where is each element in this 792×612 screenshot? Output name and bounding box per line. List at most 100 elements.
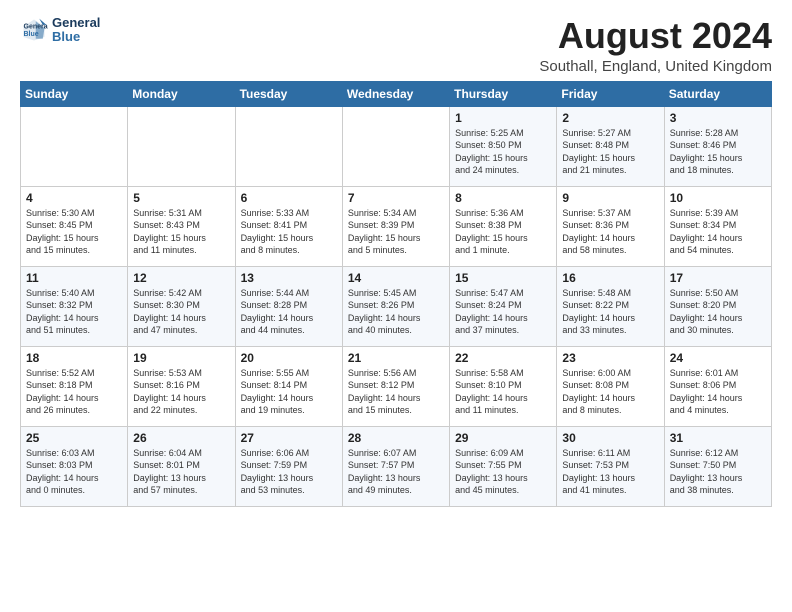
- day-detail: Sunrise: 5:50 AM Sunset: 8:20 PM Dayligh…: [670, 287, 766, 337]
- day-number: 1: [455, 111, 551, 125]
- day-detail: Sunrise: 5:40 AM Sunset: 8:32 PM Dayligh…: [26, 287, 122, 337]
- header-saturday: Saturday: [664, 81, 771, 106]
- page: General Blue General Blue August 2024 So…: [0, 0, 792, 612]
- day-number: 27: [241, 431, 337, 445]
- header-monday: Monday: [128, 81, 235, 106]
- day-cell: 6 Sunrise: 5:33 AM Sunset: 8:41 PM Daylig…: [235, 186, 342, 266]
- day-detail: Sunrise: 5:33 AM Sunset: 8:41 PM Dayligh…: [241, 207, 337, 257]
- header-friday: Friday: [557, 81, 664, 106]
- day-number: 25: [26, 431, 122, 445]
- day-number: 8: [455, 191, 551, 205]
- day-detail: Sunrise: 5:56 AM Sunset: 8:12 PM Dayligh…: [348, 367, 444, 417]
- calendar-title: August 2024: [539, 16, 772, 56]
- day-number: 17: [670, 271, 766, 285]
- day-number: 22: [455, 351, 551, 365]
- day-number: 21: [348, 351, 444, 365]
- day-detail: Sunrise: 5:55 AM Sunset: 8:14 PM Dayligh…: [241, 367, 337, 417]
- day-number: 3: [670, 111, 766, 125]
- day-number: 15: [455, 271, 551, 285]
- header-thursday: Thursday: [450, 81, 557, 106]
- day-cell: [342, 106, 449, 186]
- week-row-4: 18 Sunrise: 5:52 AM Sunset: 8:18 PM Dayli…: [21, 346, 772, 426]
- day-number: 19: [133, 351, 229, 365]
- day-cell: 29Sunrise: 6:09 AM Sunset: 7:55 PM Dayli…: [450, 426, 557, 506]
- header-sunday: Sunday: [21, 81, 128, 106]
- day-number: 7: [348, 191, 444, 205]
- day-detail: Sunrise: 6:03 AM Sunset: 8:03 PM Dayligh…: [26, 447, 122, 497]
- day-detail: Sunrise: 6:01 AM Sunset: 8:06 PM Dayligh…: [670, 367, 766, 417]
- day-detail: Sunrise: 5:58 AM Sunset: 8:10 PM Dayligh…: [455, 367, 551, 417]
- day-cell: 30 Sunrise: 6:11 AM Sunset: 7:53 PM Dayli…: [557, 426, 664, 506]
- week-row-3: 11Sunrise: 5:40 AM Sunset: 8:32 PM Dayli…: [21, 266, 772, 346]
- svg-text:Blue: Blue: [24, 31, 39, 38]
- day-cell: 22 Sunrise: 5:58 AM Sunset: 8:10 PM Dayli…: [450, 346, 557, 426]
- day-detail: Sunrise: 5:34 AM Sunset: 8:39 PM Dayligh…: [348, 207, 444, 257]
- day-number: 18: [26, 351, 122, 365]
- day-cell: [235, 106, 342, 186]
- day-number: 26: [133, 431, 229, 445]
- day-cell: 21 Sunrise: 5:56 AM Sunset: 8:12 PM Dayli…: [342, 346, 449, 426]
- day-detail: Sunrise: 5:53 AM Sunset: 8:16 PM Dayligh…: [133, 367, 229, 417]
- day-number: 5: [133, 191, 229, 205]
- day-cell: 24Sunrise: 6:01 AM Sunset: 8:06 PM Dayli…: [664, 346, 771, 426]
- day-number: 14: [348, 271, 444, 285]
- day-detail: Sunrise: 5:52 AM Sunset: 8:18 PM Dayligh…: [26, 367, 122, 417]
- calendar-subtitle: Southall, England, United Kingdom: [539, 58, 772, 75]
- day-number: 2: [562, 111, 658, 125]
- day-cell: 27 Sunrise: 6:06 AM Sunset: 7:59 PM Dayli…: [235, 426, 342, 506]
- day-cell: 3Sunrise: 5:28 AM Sunset: 8:46 PM Daylig…: [664, 106, 771, 186]
- day-detail: Sunrise: 5:37 AM Sunset: 8:36 PM Dayligh…: [562, 207, 658, 257]
- day-detail: Sunrise: 6:00 AM Sunset: 8:08 PM Dayligh…: [562, 367, 658, 417]
- week-row-2: 4 Sunrise: 5:30 AM Sunset: 8:45 PM Daylig…: [21, 186, 772, 266]
- day-detail: Sunrise: 5:30 AM Sunset: 8:45 PM Dayligh…: [26, 207, 122, 257]
- day-cell: 14 Sunrise: 5:45 AM Sunset: 8:26 PM Dayli…: [342, 266, 449, 346]
- day-cell: 31 Sunrise: 6:12 AM Sunset: 7:50 PM Dayli…: [664, 426, 771, 506]
- day-cell: 11Sunrise: 5:40 AM Sunset: 8:32 PM Dayli…: [21, 266, 128, 346]
- day-cell: 13Sunrise: 5:44 AM Sunset: 8:28 PM Dayli…: [235, 266, 342, 346]
- day-cell: 4 Sunrise: 5:30 AM Sunset: 8:45 PM Daylig…: [21, 186, 128, 266]
- day-detail: Sunrise: 5:45 AM Sunset: 8:26 PM Dayligh…: [348, 287, 444, 337]
- day-cell: 5 Sunrise: 5:31 AM Sunset: 8:43 PM Daylig…: [128, 186, 235, 266]
- calendar-header-row: Sunday Monday Tuesday Wednesday Thursday…: [21, 81, 772, 106]
- calendar-table: Sunday Monday Tuesday Wednesday Thursday…: [20, 81, 772, 507]
- day-number: 6: [241, 191, 337, 205]
- day-number: 28: [348, 431, 444, 445]
- week-row-1: 1 Sunrise: 5:25 AM Sunset: 8:50 PM Daylig…: [21, 106, 772, 186]
- header: General Blue General Blue August 2024 So…: [20, 16, 772, 75]
- day-cell: 8 Sunrise: 5:36 AM Sunset: 8:38 PM Daylig…: [450, 186, 557, 266]
- day-number: 23: [562, 351, 658, 365]
- day-number: 31: [670, 431, 766, 445]
- week-row-5: 25 Sunrise: 6:03 AM Sunset: 8:03 PM Dayli…: [21, 426, 772, 506]
- header-tuesday: Tuesday: [235, 81, 342, 106]
- day-cell: 1 Sunrise: 5:25 AM Sunset: 8:50 PM Daylig…: [450, 106, 557, 186]
- day-detail: Sunrise: 5:25 AM Sunset: 8:50 PM Dayligh…: [455, 127, 551, 177]
- day-number: 4: [26, 191, 122, 205]
- day-detail: Sunrise: 6:06 AM Sunset: 7:59 PM Dayligh…: [241, 447, 337, 497]
- day-cell: 17 Sunrise: 5:50 AM Sunset: 8:20 PM Dayli…: [664, 266, 771, 346]
- logo-text-blue: Blue: [52, 30, 100, 44]
- header-wednesday: Wednesday: [342, 81, 449, 106]
- day-number: 12: [133, 271, 229, 285]
- day-detail: Sunrise: 5:47 AM Sunset: 8:24 PM Dayligh…: [455, 287, 551, 337]
- day-number: 30: [562, 431, 658, 445]
- title-block: August 2024 Southall, England, United Ki…: [539, 16, 772, 75]
- day-detail: Sunrise: 5:31 AM Sunset: 8:43 PM Dayligh…: [133, 207, 229, 257]
- day-cell: 23 Sunrise: 6:00 AM Sunset: 8:08 PM Dayli…: [557, 346, 664, 426]
- day-cell: 18 Sunrise: 5:52 AM Sunset: 8:18 PM Dayli…: [21, 346, 128, 426]
- day-cell: [21, 106, 128, 186]
- day-detail: Sunrise: 5:36 AM Sunset: 8:38 PM Dayligh…: [455, 207, 551, 257]
- day-number: 13: [241, 271, 337, 285]
- logo-text-general: General: [52, 16, 100, 30]
- logo-icon: General Blue: [20, 16, 48, 44]
- day-cell: 7 Sunrise: 5:34 AM Sunset: 8:39 PM Daylig…: [342, 186, 449, 266]
- day-cell: 28Sunrise: 6:07 AM Sunset: 7:57 PM Dayli…: [342, 426, 449, 506]
- day-detail: Sunrise: 6:12 AM Sunset: 7:50 PM Dayligh…: [670, 447, 766, 497]
- day-cell: 26 Sunrise: 6:04 AM Sunset: 8:01 PM Dayli…: [128, 426, 235, 506]
- day-cell: 20Sunrise: 5:55 AM Sunset: 8:14 PM Dayli…: [235, 346, 342, 426]
- day-cell: 2 Sunrise: 5:27 AM Sunset: 8:48 PM Daylig…: [557, 106, 664, 186]
- day-number: 10: [670, 191, 766, 205]
- day-detail: Sunrise: 6:11 AM Sunset: 7:53 PM Dayligh…: [562, 447, 658, 497]
- day-detail: Sunrise: 5:27 AM Sunset: 8:48 PM Dayligh…: [562, 127, 658, 177]
- day-detail: Sunrise: 5:48 AM Sunset: 8:22 PM Dayligh…: [562, 287, 658, 337]
- day-detail: Sunrise: 6:04 AM Sunset: 8:01 PM Dayligh…: [133, 447, 229, 497]
